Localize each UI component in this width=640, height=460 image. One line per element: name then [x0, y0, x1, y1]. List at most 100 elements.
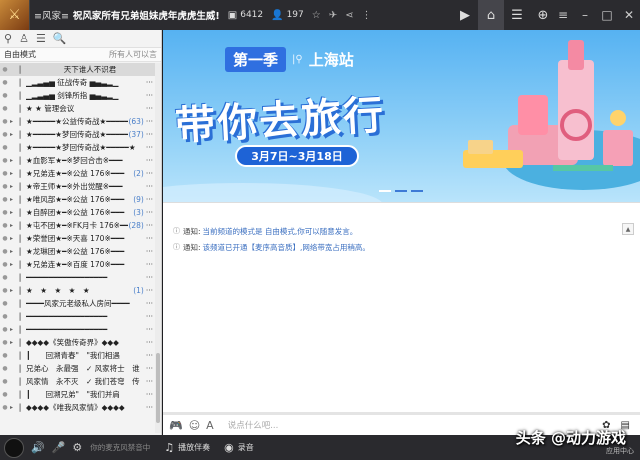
more-icon[interactable]: ··· — [146, 273, 153, 282]
more-icon[interactable]: ··· — [146, 169, 153, 178]
channel-item[interactable]: ● ┃ ━━━━风家元老级私人房间━━━━ ··· — [0, 297, 156, 310]
channel-item[interactable]: ● ┃ ┃ 回溯兄弟" "我们并肩 ··· — [0, 388, 156, 401]
channel-item[interactable]: ● ▸ ┃ ★兄弟连★━※百度 170※━━━ ··· — [0, 258, 156, 271]
channel-item[interactable]: ● ▸ ┃ ★血影军★━※梦回合击※━━━ ··· — [0, 154, 156, 167]
expand-icon[interactable]: ▸ — [10, 235, 18, 242]
app-center-button[interactable]: 应用中心 — [606, 446, 634, 456]
expand-icon[interactable]: ▸ — [10, 248, 18, 255]
location-icon[interactable]: ⚲ — [4, 32, 12, 45]
channel-item[interactable]: ● ▸ ┃ ★自醉团★━※公益 176※━━━ (3) ··· — [0, 206, 156, 219]
expand-icon[interactable]: ▸ — [10, 222, 18, 229]
menu-icon[interactable]: ≡ — [552, 0, 574, 30]
carousel-dot[interactable] — [395, 190, 407, 192]
more-icon[interactable]: ··· — [146, 260, 153, 269]
event-banner[interactable]: 第一季 |⚲ 上海站 带你去旅行 3月7日~3月18日 — [163, 30, 640, 202]
close-icon[interactable]: ✕ — [618, 0, 640, 30]
more-icon[interactable]: ··· — [146, 91, 153, 100]
gamepad-emoji-icon[interactable]: 🎮 — [169, 419, 183, 432]
video-icon[interactable]: ▶ — [452, 0, 478, 30]
speaker-icon[interactable]: 🔊 — [31, 441, 45, 454]
more-icon[interactable]: ··· — [146, 182, 153, 191]
play-music-button[interactable]: ♫ 播放伴奏 — [164, 441, 210, 454]
expand-icon[interactable]: ▸ — [10, 118, 18, 125]
channel-item[interactable]: ● ▸ ┃ ★屯不团★━※FK月卡 176※━━ (28) ··· — [0, 219, 156, 232]
more-icon[interactable]: ··· — [146, 299, 153, 308]
more-icon[interactable]: ··· — [146, 208, 153, 217]
channel-item[interactable]: ● ▸ ┃ ◆◆◆◆《唯我风家情》◆◆◆◆ ··· — [0, 401, 156, 414]
more-icon[interactable]: ··· — [146, 78, 153, 87]
list-icon[interactable]: ☰ — [504, 0, 530, 30]
channel-item[interactable]: ● ▸ ┃ ★━━━━━★梦回传奇战★━━━━━★ (37) ··· — [0, 128, 156, 141]
channel-item[interactable]: ● ┃ ▁▂▃▄▅ 征战传奇 ▅▄▃▂▁ ··· — [0, 76, 156, 89]
more-icon[interactable]: ··· — [146, 130, 153, 139]
channel-item[interactable]: ● ┃ ★ ★ 管理会议 ··· — [0, 102, 156, 115]
channel-item[interactable]: ● ▸ ┃ ★ ★ ★ ★ ★ (1) ··· — [0, 284, 156, 297]
favorite-icon[interactable]: ☆ — [312, 10, 321, 21]
scroll-up-icon[interactable]: ▲ — [622, 223, 634, 235]
record-button[interactable]: ◉ 录音 — [224, 441, 254, 454]
channel-item[interactable]: ● ▸ ┃ ★荣誉团★━※天喜 170※━━━ ··· — [0, 232, 156, 245]
more-icon[interactable]: ··· — [146, 390, 153, 399]
channel-item[interactable]: ● ┃ 天下谁人不识君 — [0, 63, 156, 76]
channel-item[interactable]: ● ┃ ┃ 回溯青春" "我们相遇 ··· — [0, 349, 156, 362]
maximize-icon[interactable]: □ — [596, 0, 618, 30]
minimize-icon[interactable]: – — [574, 0, 596, 30]
plane-icon[interactable]: ✈ — [329, 10, 337, 21]
more-icon[interactable]: ··· — [146, 325, 153, 334]
channel-item[interactable]: ● ┃ 兄弟心 永最强 ✓ 风家将士 谁 ··· — [0, 362, 156, 375]
scroll-thumb[interactable] — [156, 353, 160, 423]
more-icon[interactable]: ··· — [146, 156, 153, 165]
expand-icon[interactable]: ▸ — [10, 170, 18, 177]
channel-item[interactable]: ● ▸ ┃ ★龙琳团★━※公益 176※━━━ ··· — [0, 245, 156, 258]
carousel-dot[interactable] — [379, 190, 391, 192]
more-icon[interactable]: ··· — [146, 312, 153, 321]
font-icon[interactable]: A — [206, 419, 214, 432]
expand-icon[interactable]: ▸ — [10, 183, 18, 190]
more-icon[interactable]: ··· — [146, 364, 153, 373]
more-icon[interactable]: ··· — [146, 195, 153, 204]
expand-icon[interactable]: ▸ — [10, 287, 18, 294]
more-icon[interactable]: ⋮ — [362, 10, 372, 21]
more-icon[interactable]: ··· — [146, 221, 153, 230]
more-icon[interactable]: ··· — [146, 247, 153, 256]
more-icon[interactable]: ··· — [146, 104, 153, 113]
person-icon[interactable]: ♙ — [19, 32, 29, 45]
more-icon[interactable]: ··· — [146, 234, 153, 243]
channel-item[interactable]: ● ▸ ┃ ━━━━━━━━━━━━━━━━━━ ··· — [0, 323, 156, 336]
expand-icon[interactable]: ▸ — [10, 157, 18, 164]
expand-icon[interactable]: ▸ — [10, 339, 18, 346]
channel-item[interactable]: ● ▸ ┃ ◆◆◆◆《笑傲传奇界》◆◆◆ ··· — [0, 336, 156, 349]
more-icon[interactable]: ··· — [146, 286, 153, 295]
channel-item[interactable]: ● ▸ ┃ ★兄弟连★━※公益 176※━━━ (2) ··· — [0, 167, 156, 180]
channel-item[interactable]: ● ┃ 风家情 永不灭 ✓ 我们苍穹 传 ··· — [0, 375, 156, 388]
expand-icon[interactable]: ▸ — [10, 196, 18, 203]
settings-icon[interactable]: ⚙ — [72, 441, 82, 454]
expand-icon[interactable]: ▸ — [10, 209, 18, 216]
more-icon[interactable]: ··· — [146, 338, 153, 347]
share-icon[interactable]: ⋖ — [345, 10, 353, 21]
channel-item[interactable]: ● ▸ ┃ ★━━━━━★公益传奇战★━━━━━★ (63) ··· — [0, 115, 156, 128]
channel-item[interactable]: ● ┃ ▁▂▃▄▅ 剑锋所指 ▅▄▃▂▁ ··· — [0, 89, 156, 102]
carousel-dot[interactable] — [411, 190, 423, 192]
more-icon[interactable]: ··· — [146, 377, 153, 386]
search-icon[interactable]: 🔍 — [53, 32, 67, 45]
expand-icon[interactable]: ▸ — [10, 261, 18, 268]
channel-item[interactable]: ● ▸ ┃ ★帝王师★━※外出觉醒※━━━ ··· — [0, 180, 156, 193]
more-icon[interactable]: ··· — [146, 403, 153, 412]
expand-icon[interactable]: ▸ — [10, 404, 18, 411]
channel-item[interactable]: ● ┃ ━━━━━━━━━━━━━━━━━━ ··· — [0, 310, 156, 323]
room-avatar[interactable]: ⚔ — [0, 0, 30, 30]
user-avatar[interactable] — [4, 437, 24, 458]
more-icon[interactable]: ··· — [146, 117, 153, 126]
more-icon[interactable]: ··· — [146, 351, 153, 360]
channel-item[interactable]: ● ▸ ┃ ★唯风部★━※公益 176※━━━ (9) ··· — [0, 193, 156, 206]
home-icon[interactable]: ⌂ — [478, 0, 504, 30]
list-view-icon[interactable]: ☰ — [36, 32, 46, 45]
mic-off-icon[interactable]: 🎤 — [52, 441, 66, 454]
channel-scrollbar[interactable] — [155, 63, 161, 433]
expand-icon[interactable]: ▸ — [10, 131, 18, 138]
smile-icon[interactable]: ☺ — [189, 419, 200, 432]
more-icon[interactable]: ··· — [146, 143, 153, 152]
channel-item[interactable]: ● ┃ ★━━━━━★梦回传奇战★━━━━━★ ··· — [0, 141, 156, 154]
expand-icon[interactable]: ▸ — [10, 326, 18, 333]
